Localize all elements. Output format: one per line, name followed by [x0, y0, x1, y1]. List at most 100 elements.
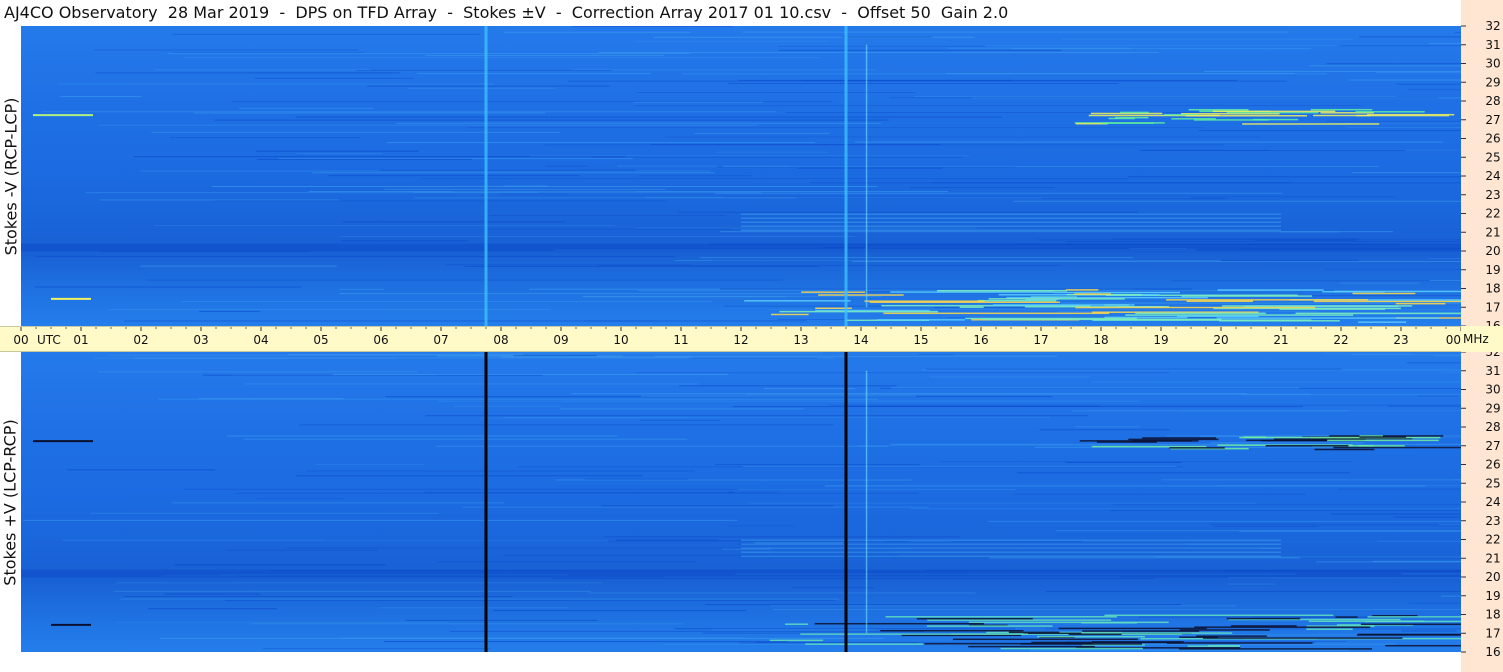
noise-streak	[688, 357, 818, 359]
burst-emission	[771, 313, 809, 316]
noise-streak	[425, 415, 1088, 417]
noise-streak	[724, 196, 1397, 198]
burst-emission	[1367, 616, 1461, 618]
noise-streak	[312, 172, 715, 174]
noise-streak	[635, 227, 977, 229]
noise-streak	[199, 310, 261, 312]
feature-early	[51, 623, 91, 626]
noise-streak	[1128, 176, 1461, 178]
noise-streak	[1326, 120, 1461, 122]
burst-emission	[1395, 302, 1446, 305]
noise-streak	[214, 119, 889, 121]
interference-stripe	[741, 547, 1281, 549]
noise-streak	[328, 175, 580, 177]
noise-streak	[792, 587, 875, 589]
burst-emission	[1000, 647, 1143, 650]
noise-streak	[797, 167, 943, 169]
noise-streak	[454, 405, 562, 407]
burst-emission	[785, 623, 808, 625]
burst-emission	[779, 310, 939, 313]
time-axis-plot: 00 01 02 03 04 05 06 07 08 09 10 11 12 13 14 15 16 17 18 19…	[13, 327, 1462, 347]
time-tick-label: 23	[1393, 333, 1408, 347]
time-tick-label: 01	[73, 333, 88, 347]
burst-emission	[1355, 111, 1425, 113]
noise-streak	[296, 475, 643, 477]
burst-emission	[1074, 293, 1111, 295]
noise-streak	[493, 610, 747, 612]
freq-tick-label: 23	[1485, 188, 1500, 202]
top-frequency-axis-plot: 16 17 18 19 20 21 22 23 24 25 26 27 28 29 30 31 32	[1461, 19, 1501, 326]
noise-streak	[255, 150, 419, 152]
noise-streak	[582, 295, 882, 297]
burst-emission	[890, 291, 1055, 293]
noise-streak	[170, 137, 360, 139]
noise-streak	[1299, 295, 1461, 297]
noise-streak	[396, 122, 882, 124]
burst-emission	[1166, 642, 1313, 644]
interference-stripe	[741, 555, 1281, 557]
noise-streak	[172, 502, 505, 504]
noise-streak	[754, 542, 844, 544]
burst-emission	[1208, 645, 1241, 647]
utc-unit-label: UTC	[37, 333, 61, 347]
feature-early	[33, 114, 93, 117]
noise-streak	[1427, 257, 1461, 259]
noise-streak	[160, 637, 885, 639]
noise-streak	[529, 155, 969, 157]
noise-streak	[421, 178, 1129, 180]
noise-streak	[355, 70, 612, 72]
noise-streak	[705, 604, 1182, 606]
time-tick-label: 22	[1333, 333, 1348, 347]
noise-streak	[778, 45, 987, 47]
noise-streak	[99, 199, 340, 201]
time-tick-label: 19	[1153, 333, 1168, 347]
freq-tick-label: 25	[1485, 476, 1500, 490]
noise-streak	[464, 265, 820, 267]
bottom-frequency-axis: 16 17 18 19 20 21 22 23 24 25 26 27 28 29 30 31 32	[1461, 352, 1503, 672]
burst-emission	[1239, 436, 1360, 439]
noise-streak	[1203, 70, 1461, 72]
freq-tick-label: 21	[1485, 551, 1500, 565]
noise-streak	[559, 408, 804, 410]
burst-emission	[1101, 122, 1154, 124]
burst-emission	[1352, 292, 1416, 295]
noise-streak	[738, 488, 1016, 490]
burst-emission	[1176, 315, 1259, 318]
freq-tick-label: 31	[1485, 38, 1500, 52]
noise-streak	[167, 53, 691, 55]
noise-streak	[1454, 31, 1461, 33]
feature-early	[33, 440, 93, 443]
unit-label-box: MHz	[1461, 326, 1503, 352]
freq-tick-label: 20	[1485, 570, 1500, 584]
noise-streak	[545, 165, 618, 167]
burst-emission	[1385, 644, 1461, 647]
unit-label-plot: MHz	[1463, 332, 1489, 346]
noise-streak	[716, 151, 829, 153]
interference-stripe	[741, 217, 1281, 219]
noise-streak	[650, 144, 941, 146]
noise-streak	[699, 257, 1133, 259]
time-tick-label: 00	[13, 333, 28, 347]
flash-line	[865, 370, 868, 634]
noise-streak	[728, 83, 1119, 85]
noise-streak	[183, 57, 820, 59]
noise-streak	[598, 52, 1159, 54]
noise-streak	[386, 142, 816, 144]
freq-tick-label: 20	[1485, 244, 1500, 258]
noise-streak	[154, 225, 616, 227]
bottom-frequency-axis-plot: 16 17 18 19 20 21 22 23 24 25 26 27 28 29 30 31 32	[1461, 352, 1501, 659]
burst-emission	[1357, 633, 1461, 636]
time-tick-label: 08	[493, 333, 508, 347]
noise-streak	[738, 642, 918, 644]
noise-streak	[108, 308, 551, 310]
noise-streak	[341, 240, 469, 242]
noise-streak	[1045, 590, 1461, 592]
noise-streak	[1065, 462, 1183, 464]
noise-streak	[679, 385, 897, 387]
burst-emission	[937, 289, 1068, 292]
burst-emission	[968, 621, 1169, 624]
noise-streak	[486, 228, 733, 230]
noise-streak	[929, 376, 1090, 378]
noise-streak	[588, 592, 976, 594]
noise-streak	[145, 279, 783, 281]
